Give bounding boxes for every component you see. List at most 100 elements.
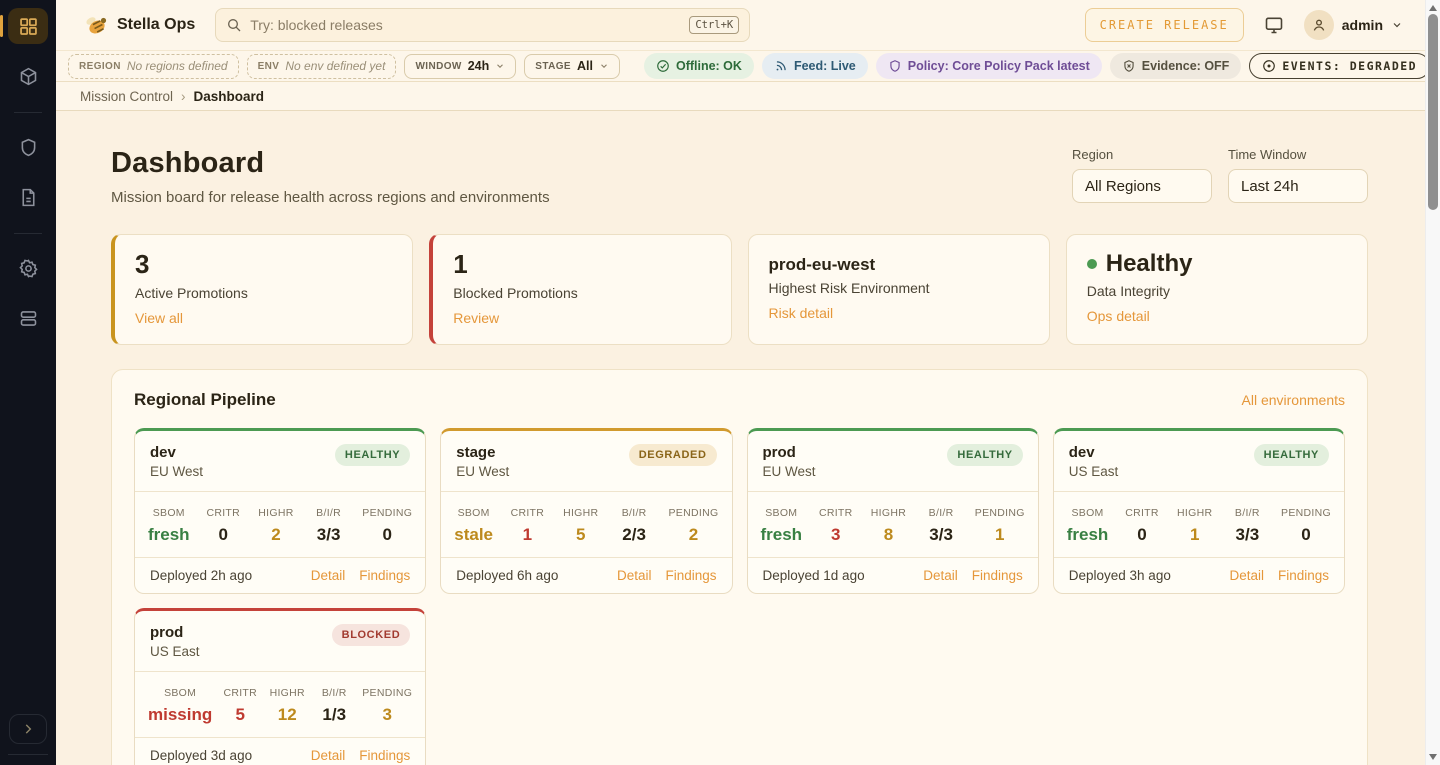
detail-link[interactable]: Detail [311, 568, 346, 583]
detail-link[interactable]: Detail [923, 568, 958, 583]
feed-status-pill[interactable]: Feed: Live [762, 53, 868, 79]
pipeline-card: stage EU West DEGRADED SBOM stale CR [440, 428, 732, 594]
stat-highr: HIGHR 1 [1176, 503, 1214, 545]
sidebar [0, 0, 56, 765]
view-all-link[interactable]: View all [135, 310, 183, 326]
findings-link[interactable]: Findings [359, 568, 410, 583]
page-filters: Region All Regions Time Window Last 24h [1072, 147, 1368, 203]
findings-link[interactable]: Findings [1278, 568, 1329, 583]
stat-label: CRITR [223, 687, 257, 699]
evidence-status-pill[interactable]: Evidence: OFF [1110, 53, 1242, 79]
stat-critr: CRITR 0 [1123, 503, 1161, 545]
findings-link[interactable]: Findings [359, 748, 410, 763]
environment-region: EU West [150, 464, 203, 479]
sidebar-divider [14, 233, 42, 234]
sidebar-item-security[interactable] [8, 129, 48, 165]
deployed-time: Deployed 2h ago [150, 568, 252, 583]
region-pill-value: No regions defined [127, 59, 228, 73]
pipeline-card-header: stage EU West DEGRADED [441, 431, 731, 491]
stat-label: B/I/R [1235, 507, 1260, 519]
healthy-dot-icon [1087, 259, 1097, 269]
pipeline-card-header: prod EU West HEALTHY [748, 431, 1038, 491]
region-context-pill[interactable]: REGION No regions defined [68, 54, 239, 79]
user-icon [1311, 17, 1327, 33]
active-promotions-label: Active Promotions [135, 285, 392, 301]
sidebar-item-dashboard[interactable] [8, 8, 48, 44]
environment-name: prod [763, 444, 816, 461]
blocked-promotions-label: Blocked Promotions [453, 285, 710, 301]
sidebar-divider [8, 754, 48, 755]
avatar [1304, 10, 1334, 40]
user-name: admin [1342, 17, 1383, 33]
stat-highr: HIGHR 2 [257, 503, 295, 545]
pipeline-card-footer: Deployed 3h ago Detail Findings [1054, 557, 1344, 593]
scroll-up-arrow[interactable] [1429, 5, 1437, 11]
stat-value: fresh [761, 525, 803, 545]
search-input[interactable] [250, 17, 681, 33]
create-release-button[interactable]: CREATE RELEASE [1085, 8, 1244, 42]
environment-name: dev [150, 444, 203, 461]
findings-link[interactable]: Findings [972, 568, 1023, 583]
events-status-pill[interactable]: EVENTS: DEGRADED [1249, 53, 1430, 79]
scroll-down-arrow[interactable] [1429, 754, 1437, 760]
stage-pill-label: STAGE [535, 61, 571, 72]
risk-detail-link[interactable]: Risk detail [769, 305, 834, 321]
all-environments-link[interactable]: All environments [1242, 392, 1346, 408]
stat-value: 2 [257, 525, 295, 545]
stat-value: fresh [148, 525, 190, 545]
window-pill-label: WINDOW [415, 61, 461, 72]
detail-link[interactable]: Detail [617, 568, 652, 583]
sidebar-item-settings[interactable] [8, 250, 48, 286]
stat-label: B/I/R [929, 507, 954, 519]
breadcrumb-parent[interactable]: Mission Control [80, 89, 173, 104]
stat-label: CRITR [206, 507, 240, 519]
stage-select-pill[interactable]: STAGE All [524, 54, 620, 79]
env-context-pill[interactable]: ENV No env defined yet [247, 54, 397, 79]
pipeline-card-footer: Deployed 3d ago Detail Findings [135, 737, 425, 765]
stat-label: HIGHR [563, 507, 598, 519]
stat-label: HIGHR [258, 507, 293, 519]
events-status-text: EVENTS: DEGRADED [1282, 59, 1417, 73]
stat-label: B/I/R [316, 507, 341, 519]
summary-cards: 3 Active Promotions View all 1 Blocked P… [111, 234, 1368, 345]
card-links: Detail Findings [1229, 568, 1329, 583]
pipeline-card-stats: SBOM stale CRITR 1 HIGHR 5 [441, 491, 731, 557]
page-heading-group: Dashboard Mission board for release heal… [111, 147, 550, 206]
policy-status-text: Policy: Core Policy Pack latest [908, 59, 1090, 73]
stat-value: 1 [975, 525, 1025, 545]
pipeline-card-footer: Deployed 6h ago Detail Findings [441, 557, 731, 593]
stat-value: 2/3 [615, 525, 653, 545]
check-circle-icon [656, 59, 670, 73]
pipeline-card: dev EU West HEALTHY SBOM fresh CRITR [134, 428, 426, 594]
policy-status-pill[interactable]: Policy: Core Policy Pack latest [876, 53, 1102, 79]
region-select[interactable]: All Regions [1072, 169, 1212, 203]
window-select-pill[interactable]: WINDOW 24h [404, 54, 516, 79]
ops-detail-link[interactable]: Ops detail [1087, 308, 1150, 324]
findings-link[interactable]: Findings [665, 568, 716, 583]
active-indicator [0, 15, 3, 37]
deployed-time: Deployed 3h ago [1069, 568, 1171, 583]
app-brand: Stella Ops [84, 14, 195, 36]
offline-status-pill[interactable]: Offline: OK [644, 53, 754, 79]
detail-link[interactable]: Detail [1229, 568, 1264, 583]
scrollbar-thumb[interactable] [1428, 14, 1438, 210]
review-link[interactable]: Review [453, 310, 499, 326]
sidebar-item-infrastructure[interactable] [8, 300, 48, 336]
feed-status-text: Feed: Live [794, 59, 856, 73]
user-menu[interactable]: admin [1304, 10, 1403, 40]
time-window-select[interactable]: Last 24h [1228, 169, 1368, 203]
shield-off-icon [1122, 59, 1136, 73]
stat-critr: CRITR 0 [204, 503, 242, 545]
environment-region: US East [1069, 464, 1119, 479]
highest-risk-card: prod-eu-west Highest Risk Environment Ri… [748, 234, 1050, 345]
sidebar-item-releases[interactable] [8, 58, 48, 94]
deployed-time: Deployed 1d ago [763, 568, 865, 583]
display-mode-button[interactable] [1264, 15, 1284, 35]
detail-link[interactable]: Detail [311, 748, 346, 763]
stat-label: CRITR [1125, 507, 1159, 519]
stat-critr: CRITR 1 [508, 503, 546, 545]
stat-value: stale [454, 525, 493, 545]
sidebar-item-docs[interactable] [8, 179, 48, 215]
sidebar-expand-button[interactable] [9, 714, 47, 744]
keyboard-shortcut-badge: Ctrl+K [689, 16, 739, 34]
